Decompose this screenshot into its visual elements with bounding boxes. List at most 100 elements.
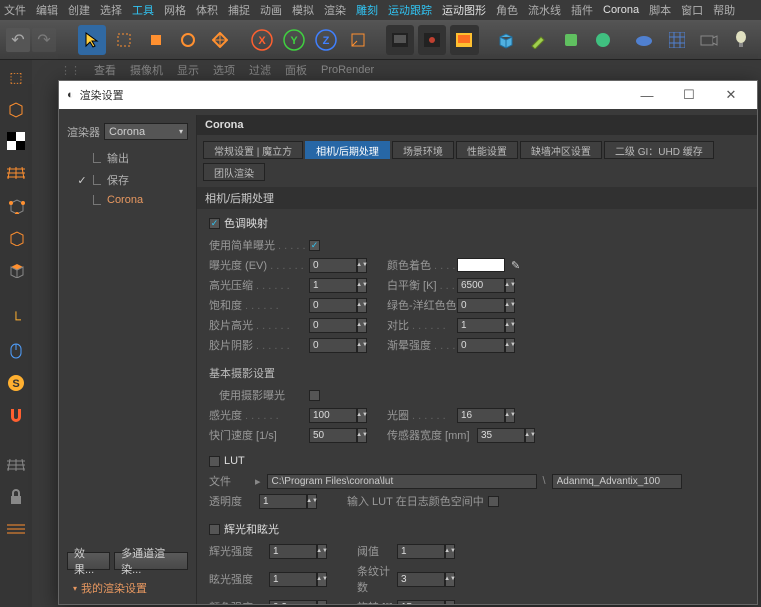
iso-input[interactable]: ▲▼: [309, 408, 367, 423]
lut-name-input[interactable]: [552, 474, 682, 489]
subtab-team[interactable]: 团队渲染: [203, 163, 265, 181]
menu-motrack[interactable]: 运动跟踪: [388, 2, 432, 18]
dock-point-icon[interactable]: [3, 192, 29, 218]
dock-model-icon[interactable]: ⬚: [3, 64, 29, 90]
film-sh-input[interactable]: ▲▼: [309, 338, 367, 353]
menu-file[interactable]: 文件: [4, 2, 26, 18]
undo-button[interactable]: ↶: [6, 28, 30, 52]
cloud-button[interactable]: [630, 25, 658, 55]
pen-tool-button[interactable]: [524, 25, 552, 55]
menu-pipeline[interactable]: 流水线: [528, 2, 561, 18]
camera-menu[interactable]: 摄像机: [130, 62, 163, 78]
menu-snap[interactable]: 捕捉: [228, 2, 250, 18]
tab-buffer[interactable]: 缺墙冲区设置: [520, 141, 602, 159]
dock-poly-icon[interactable]: [3, 256, 29, 282]
display-menu[interactable]: 显示: [177, 62, 199, 78]
render-settings-button[interactable]: [450, 25, 478, 55]
dock-checker-icon[interactable]: [3, 128, 29, 154]
tone-enable-checkbox[interactable]: ✓: [209, 218, 220, 229]
dock-grid1-icon[interactable]: [3, 160, 29, 186]
dock-axis-icon[interactable]: └: [3, 306, 29, 332]
cube-primitive-button[interactable]: [492, 25, 520, 55]
maximize-button[interactable]: ☐: [671, 84, 707, 106]
grid-button[interactable]: [663, 25, 691, 55]
menu-mesh[interactable]: 网格: [164, 2, 186, 18]
menu-mograph[interactable]: 运动图形: [442, 2, 486, 18]
menu-sculpt[interactable]: 雕刻: [356, 2, 378, 18]
lut-opacity-input[interactable]: ▲▼: [259, 494, 317, 509]
axis-z-button[interactable]: Z: [312, 25, 340, 55]
live-select-tool[interactable]: [110, 25, 138, 55]
axis-y-button[interactable]: Y: [280, 25, 308, 55]
color-i-input[interactable]: ▲▼: [269, 600, 327, 605]
tab-general[interactable]: 常规设置 | 魔立方: [203, 141, 303, 159]
streak-n-input[interactable]: ▲▼: [397, 572, 455, 587]
lut-path-input[interactable]: [267, 474, 537, 489]
menu-anim[interactable]: 动画: [260, 2, 282, 18]
render-view-button[interactable]: [386, 25, 414, 55]
effects-button[interactable]: 效果...: [67, 552, 110, 570]
menu-edit[interactable]: 编辑: [36, 2, 58, 18]
light-button[interactable]: [727, 25, 755, 55]
renderer-combo[interactable]: Corona▾: [104, 123, 188, 140]
dock-cube-icon[interactable]: [3, 96, 29, 122]
prorender-menu[interactable]: ProRender: [321, 64, 374, 76]
axis-x-button[interactable]: X: [248, 25, 276, 55]
shutter-input[interactable]: ▲▼: [309, 428, 367, 443]
sat-input[interactable]: ▲▼: [309, 298, 367, 313]
filter-menu[interactable]: 过滤: [249, 62, 271, 78]
aperture-input[interactable]: ▲▼: [457, 408, 515, 423]
menu-help[interactable]: 帮助: [713, 2, 735, 18]
menu-plugins[interactable]: 插件: [571, 2, 593, 18]
simple-expo-checkbox[interactable]: ✓: [309, 240, 320, 251]
menu-sim[interactable]: 模拟: [292, 2, 314, 18]
bloom-enable-checkbox[interactable]: [209, 524, 220, 535]
glare-input[interactable]: ▲▼: [269, 572, 327, 587]
menu-window[interactable]: 窗口: [681, 2, 703, 18]
tree-corona[interactable]: Corona: [75, 194, 188, 206]
dock-lock-icon[interactable]: [3, 484, 29, 510]
dock-mouse-icon[interactable]: [3, 338, 29, 364]
film-hl-input[interactable]: ▲▼: [309, 318, 367, 333]
rotate-tool[interactable]: [174, 25, 202, 55]
dock-workplane-icon[interactable]: [3, 452, 29, 478]
dialog-titlebar[interactable]: ◐ 渲染设置 — ☐ ✕: [59, 81, 757, 109]
menu-script[interactable]: 脚本: [649, 2, 671, 18]
tab-scene-env[interactable]: 场景环境: [392, 141, 454, 159]
menu-char[interactable]: 角色: [496, 2, 518, 18]
expo-ev-input[interactable]: ▲▼: [309, 258, 367, 273]
vign-input[interactable]: ▲▼: [457, 338, 515, 353]
select-tool[interactable]: [78, 25, 106, 55]
sensor-input[interactable]: ▲▼: [477, 428, 535, 443]
render-region-button[interactable]: [418, 25, 446, 55]
color-tint-swatch[interactable]: [457, 258, 505, 272]
dock-edge-icon[interactable]: [3, 224, 29, 250]
environment-button[interactable]: [589, 25, 617, 55]
deformer-button[interactable]: [556, 25, 584, 55]
tab-performance[interactable]: 性能设置: [456, 141, 518, 159]
lut-enable-checkbox[interactable]: [209, 456, 220, 467]
tab-camera-post[interactable]: 相机/后期处理: [305, 141, 390, 159]
eyedropper-icon[interactable]: ✎: [511, 259, 525, 272]
minimize-button[interactable]: —: [629, 84, 665, 106]
rot-input[interactable]: ▲▼: [397, 600, 455, 605]
dock-snap-s-icon[interactable]: S: [3, 370, 29, 396]
menu-volume[interactable]: 体积: [196, 2, 218, 18]
camera-button[interactable]: [695, 25, 723, 55]
menu-render[interactable]: 渲染: [324, 2, 346, 18]
multipass-button[interactable]: 多通道渲染...: [114, 552, 188, 570]
redo-button[interactable]: ↷: [32, 28, 56, 52]
dock-grip-icon[interactable]: ⋮⋮: [60, 64, 80, 77]
tree-save[interactable]: ✓保存: [75, 172, 188, 188]
use-cam-expo-checkbox[interactable]: [309, 390, 320, 401]
dock-grid2-icon[interactable]: [3, 516, 29, 542]
glow-input[interactable]: ▲▼: [269, 544, 327, 559]
menu-corona[interactable]: Corona: [603, 4, 639, 16]
hl-comp-input[interactable]: ▲▼: [309, 278, 367, 293]
options-menu[interactable]: 选项: [213, 62, 235, 78]
lut-browse-icon[interactable]: ▸: [255, 475, 261, 488]
dock-magnet-icon[interactable]: [3, 402, 29, 428]
my-render-settings[interactable]: ▾我的渲染设置: [67, 580, 188, 596]
close-button[interactable]: ✕: [713, 84, 749, 106]
menu-select[interactable]: 选择: [100, 2, 122, 18]
